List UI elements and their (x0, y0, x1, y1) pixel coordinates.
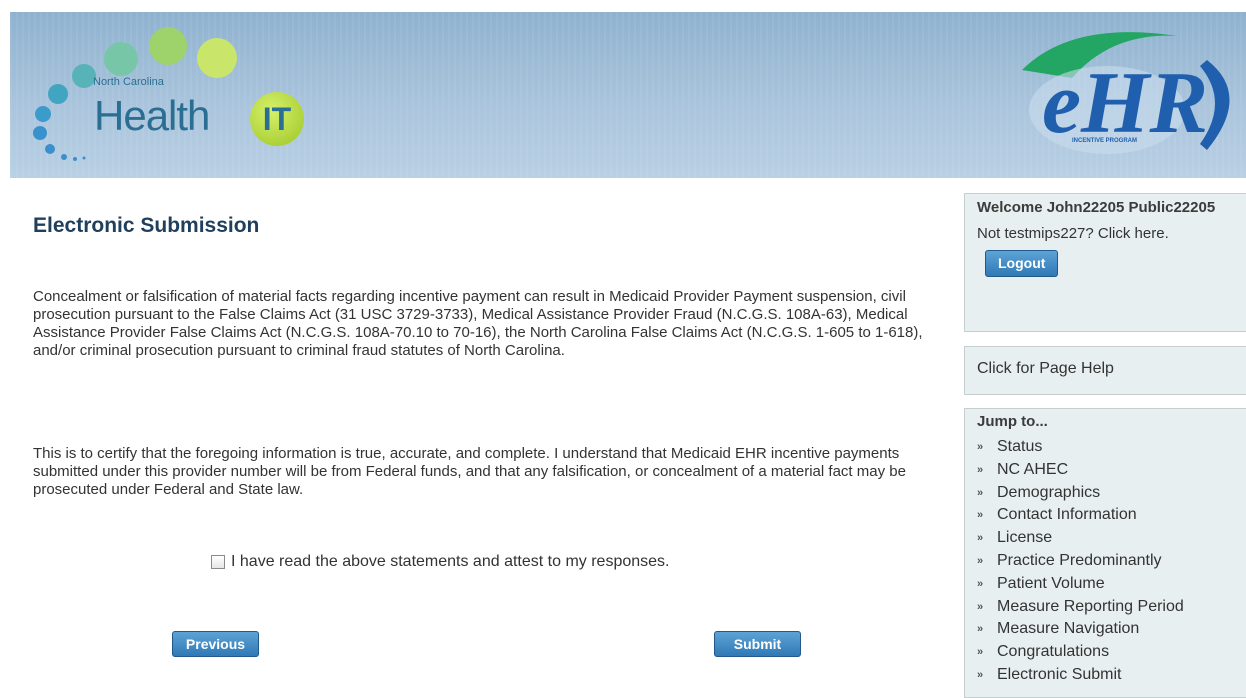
header-banner: North Carolina Health IT eHR INCENTIVE P… (10, 12, 1246, 178)
jump-to-title: Jump to... (977, 413, 1048, 430)
jump-item-label[interactable]: Electronic Submit (997, 664, 1122, 687)
double-chevron-icon: » (977, 646, 984, 659)
jump-item-label[interactable]: Measure Reporting Period (997, 596, 1184, 619)
jump-item-congratulations[interactable]: » Congratulations (977, 641, 1246, 664)
logout-button[interactable]: Logout (985, 250, 1059, 277)
ehr-logo-graphic: eHR INCENTIVE PROGRAM (1022, 32, 1230, 154)
page-help-link[interactable]: Click for Page Help (965, 347, 1246, 391)
submit-button[interactable]: Submit (714, 631, 801, 657)
double-chevron-icon: » (977, 623, 984, 636)
fraud-warning-paragraph: Concealment or falsification of material… (33, 288, 923, 359)
jump-item-practice-predominantly[interactable]: » Practice Predominantly (977, 550, 1246, 573)
jump-item-status[interactable]: » Status (977, 436, 1246, 459)
nc-health-it-logo: North Carolina Health IT (10, 12, 330, 178)
jump-item-electronic-submit[interactable]: » Electronic Submit (977, 664, 1246, 687)
double-chevron-icon: » (977, 509, 984, 522)
logo-health-text: Health (94, 92, 210, 139)
jump-item-nc-ahec[interactable]: » NC AHEC (977, 459, 1246, 482)
jump-item-label[interactable]: License (997, 527, 1052, 550)
jump-item-label[interactable]: Status (997, 436, 1042, 459)
attest-checkbox[interactable] (211, 555, 225, 569)
double-chevron-icon: » (977, 668, 984, 681)
ehr-incentive-logo: eHR INCENTIVE PROGRAM (1002, 20, 1242, 160)
jump-to-panel: Jump to... » Status » NC AHEC » Demographic… (964, 408, 1246, 698)
main-content: Electronic Submission Concealment or fal… (33, 196, 933, 657)
attest-label[interactable]: I have read the above statements and att… (231, 553, 669, 571)
logo-it-badge: IT (250, 92, 304, 146)
jump-item-patient-volume[interactable]: » Patient Volume (977, 573, 1246, 596)
double-chevron-icon: » (977, 486, 984, 499)
jump-to-list: » Status » NC AHEC » Demographics » Contact … (965, 436, 1246, 687)
attest-row: I have read the above statements and att… (211, 553, 669, 571)
welcome-panel: Welcome John22205 Public22205 Not testmi… (964, 193, 1246, 332)
double-chevron-icon: » (977, 577, 984, 590)
certification-paragraph: This is to certify that the foregoing in… (33, 445, 906, 498)
jump-item-label[interactable]: Patient Volume (997, 573, 1105, 596)
jump-item-license[interactable]: » License (977, 527, 1246, 550)
page-title: Electronic Submission (33, 214, 260, 237)
double-chevron-icon: » (977, 463, 984, 476)
jump-item-label[interactable]: Practice Predominantly (997, 550, 1162, 573)
jump-item-measure-navigation[interactable]: » Measure Navigation (977, 618, 1246, 641)
jump-item-label[interactable]: Measure Navigation (997, 618, 1139, 641)
jump-item-label[interactable]: Congratulations (997, 641, 1109, 664)
double-chevron-icon: » (977, 441, 984, 453)
jump-item-label[interactable]: Contact Information (997, 504, 1137, 527)
welcome-text: Welcome John22205 Public22205 (977, 199, 1216, 216)
jump-item-label[interactable]: NC AHEC (997, 459, 1068, 482)
jump-item-demographics[interactable]: » Demographics (977, 482, 1246, 505)
double-chevron-icon: » (977, 554, 984, 567)
jump-item-contact-information[interactable]: » Contact Information (977, 504, 1246, 527)
logo-state-text: North Carolina (93, 76, 164, 88)
jump-item-label[interactable]: Demographics (997, 482, 1100, 505)
previous-button[interactable]: Previous (172, 631, 259, 657)
switch-user-link[interactable]: Not testmips227? Click here. (965, 217, 1246, 242)
jump-item-measure-reporting-period[interactable]: » Measure Reporting Period (977, 596, 1246, 619)
ehr-logo-subtext: INCENTIVE PROGRAM (1072, 138, 1137, 144)
double-chevron-icon: » (977, 532, 984, 545)
help-panel: Click for Page Help (964, 346, 1246, 395)
double-chevron-icon: » (977, 600, 984, 613)
